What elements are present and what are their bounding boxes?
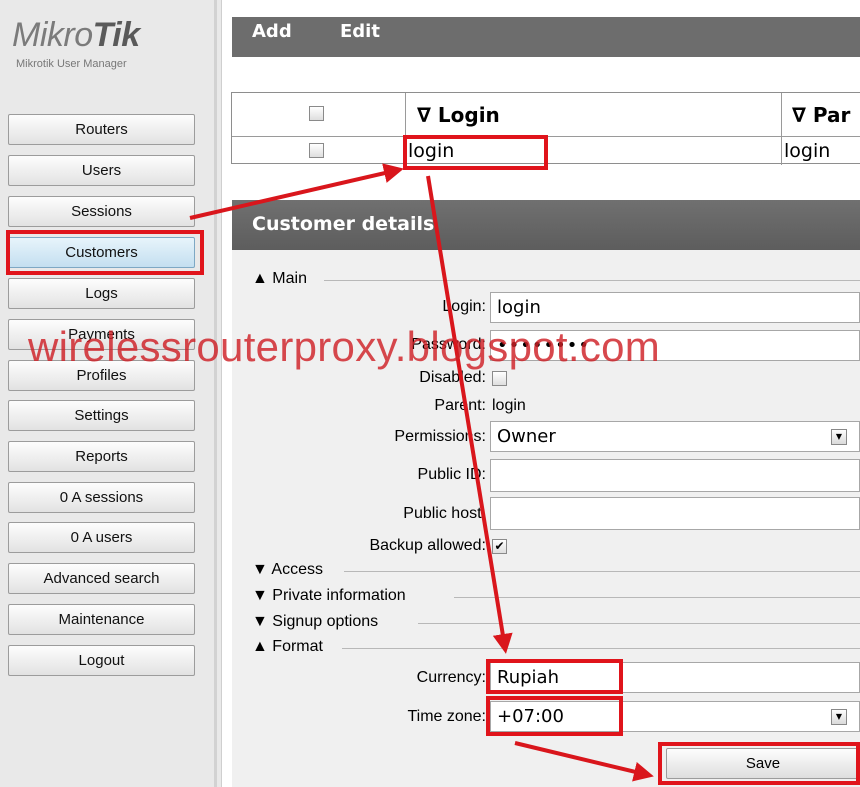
panel-title: Customer details — [252, 213, 435, 235]
section-format-toggle[interactable]: ▲ Format — [252, 638, 323, 656]
public-host-field[interactable] — [490, 497, 860, 530]
login-field[interactable]: login — [490, 292, 860, 323]
login-label: Login: — [442, 298, 486, 315]
highlight-customers — [6, 230, 204, 275]
parent-value: login — [492, 397, 526, 414]
permissions-select[interactable]: Owner ▼ — [490, 421, 860, 452]
highlight-currency — [486, 659, 623, 694]
cell-parent: login — [784, 140, 831, 162]
sidebar-item-sessions[interactable]: Sessions — [8, 196, 195, 227]
highlight-login-cell — [403, 135, 548, 170]
column-divider — [781, 93, 782, 165]
sidebar-item-active-sessions[interactable]: 0 A sessions — [8, 482, 195, 513]
section-divider — [342, 648, 860, 649]
section-private-label: Private information — [272, 587, 406, 604]
sidebar-item-maintenance[interactable]: Maintenance — [8, 604, 195, 635]
section-signup-toggle[interactable]: ▼ Signup options — [252, 613, 378, 631]
expand-arrow-icon: ▼ — [252, 613, 268, 630]
permissions-label: Permissions: — [394, 428, 486, 445]
sidebar-item-settings[interactable]: Settings — [8, 400, 195, 431]
backup-allowed-label: Backup allowed: — [369, 537, 486, 554]
add-button[interactable]: Add — [252, 21, 292, 42]
parent-label: Parent: — [434, 397, 486, 414]
backup-allowed-checkbox[interactable]: ✔ — [492, 539, 507, 554]
watermark-text: wirelessrouterproxy.blogspot.com — [28, 323, 661, 370]
section-divider — [418, 623, 860, 624]
sidebar-item-users[interactable]: Users — [8, 155, 195, 186]
logo: MikroTik Mikrotik User Manager — [12, 18, 197, 70]
section-access-toggle[interactable]: ▼ Access — [252, 561, 323, 579]
table-header: ∇ Login ∇ Par — [232, 93, 860, 137]
section-divider — [324, 280, 860, 281]
row-checkbox[interactable] — [309, 143, 324, 158]
collapse-arrow-icon: ▲ — [252, 270, 268, 287]
customer-details-header: Customer details — [232, 200, 860, 250]
section-private-toggle[interactable]: ▼ Private information — [252, 587, 406, 605]
public-host-label: Public host: — [403, 505, 486, 522]
expand-arrow-icon: ▼ — [252, 587, 268, 604]
disabled-label: Disabled: — [419, 369, 486, 386]
logo-subtitle: Mikrotik User Manager — [16, 58, 127, 70]
public-id-label: Public ID: — [417, 466, 486, 483]
public-id-field[interactable] — [490, 459, 860, 492]
sidebar-item-active-users[interactable]: 0 A users — [8, 522, 195, 553]
section-main-toggle[interactable]: ▲ Main — [252, 270, 307, 288]
section-divider — [344, 571, 860, 572]
sidebar-item-logout[interactable]: Logout — [8, 645, 195, 676]
timezone-label: Time zone: — [407, 708, 486, 725]
sidebar-item-advanced-search[interactable]: Advanced search — [8, 563, 195, 594]
edit-button[interactable]: Edit — [340, 21, 380, 42]
disabled-checkbox[interactable] — [492, 371, 507, 386]
column-header-login[interactable]: ∇ Login — [417, 103, 500, 127]
highlight-save — [658, 742, 860, 785]
sidebar-splitter[interactable] — [214, 0, 217, 787]
expand-arrow-icon: ▼ — [252, 561, 268, 578]
column-header-parent[interactable]: ∇ Par — [792, 103, 850, 127]
sidebar-item-routers[interactable]: Routers — [8, 114, 195, 145]
collapse-arrow-icon: ▲ — [252, 638, 268, 655]
section-format-label: Format — [272, 638, 323, 655]
currency-label: Currency: — [416, 669, 486, 686]
dropdown-arrow-icon[interactable]: ▼ — [831, 429, 847, 445]
section-signup-label: Signup options — [272, 613, 379, 630]
sidebar-item-logs[interactable]: Logs — [8, 278, 195, 309]
toolbar: Add Edit — [232, 17, 860, 57]
select-all-checkbox[interactable] — [309, 106, 324, 121]
section-divider — [454, 597, 860, 598]
section-main-label: Main — [272, 270, 307, 287]
section-access-label: Access — [271, 561, 323, 578]
permissions-value: Owner — [497, 426, 556, 447]
highlight-timezone — [486, 696, 623, 736]
logo-wordmark: MikroTik — [12, 16, 140, 54]
dropdown-arrow-icon[interactable]: ▼ — [831, 709, 847, 725]
sidebar-item-reports[interactable]: Reports — [8, 441, 195, 472]
sidebar: MikroTik Mikrotik User Manager Routers U… — [0, 0, 222, 787]
